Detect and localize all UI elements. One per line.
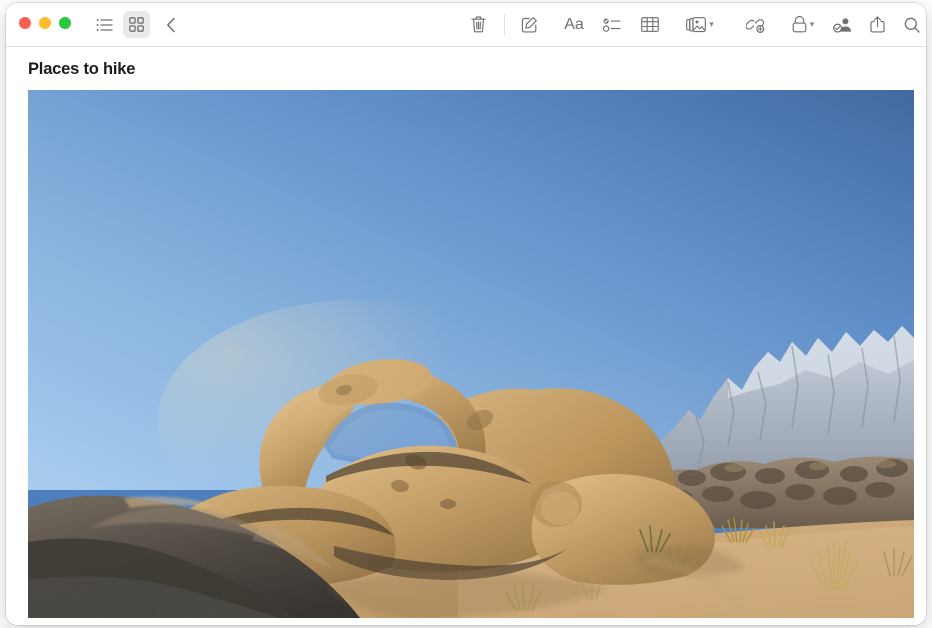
link-icon bbox=[746, 17, 765, 33]
share-button[interactable] bbox=[866, 11, 889, 38]
format-button[interactable]: Aa bbox=[561, 11, 587, 38]
media-photos-icon bbox=[686, 17, 706, 33]
media-button[interactable]: ▾ bbox=[680, 11, 720, 38]
notes-window: Aa bbox=[6, 3, 926, 625]
checklist-icon bbox=[603, 18, 621, 32]
note-title[interactable]: Places to hike bbox=[28, 60, 135, 79]
new-note-button[interactable] bbox=[518, 11, 541, 38]
traffic-lights bbox=[19, 17, 71, 29]
trash-icon bbox=[471, 16, 486, 33]
list-view-button[interactable] bbox=[93, 11, 116, 38]
note-content-area[interactable]: Places to hike bbox=[6, 47, 926, 625]
collaborate-button[interactable] bbox=[831, 11, 854, 38]
search-icon bbox=[904, 17, 920, 33]
table-button[interactable] bbox=[638, 11, 661, 38]
checklist-button[interactable] bbox=[600, 11, 623, 38]
toolbar: Aa bbox=[6, 3, 926, 47]
compose-icon bbox=[521, 16, 538, 33]
minimize-button[interactable] bbox=[39, 17, 51, 29]
lock-icon bbox=[792, 16, 807, 33]
collaborate-person-icon bbox=[833, 17, 853, 33]
close-button[interactable] bbox=[19, 17, 31, 29]
maximize-button[interactable] bbox=[59, 17, 71, 29]
grid-view-icon bbox=[129, 17, 144, 32]
toolbar-separator bbox=[504, 14, 505, 35]
format-aa-label: Aa bbox=[564, 16, 584, 34]
table-icon bbox=[641, 17, 659, 32]
chevron-down-icon: ▾ bbox=[810, 20, 815, 29]
chevron-left-icon bbox=[166, 17, 176, 33]
chevron-down-icon: ▾ bbox=[709, 20, 714, 29]
mobius-arch-alabama-hills-photo[interactable] bbox=[28, 90, 914, 618]
gallery-view-button[interactable] bbox=[123, 11, 150, 38]
share-icon bbox=[870, 16, 885, 33]
delete-button[interactable] bbox=[467, 11, 490, 38]
list-view-icon bbox=[96, 18, 113, 32]
search-button[interactable] bbox=[900, 11, 923, 38]
add-link-button[interactable] bbox=[744, 11, 767, 38]
back-button[interactable] bbox=[161, 11, 181, 38]
photo-illustration bbox=[28, 90, 914, 618]
lock-note-button[interactable]: ▾ bbox=[784, 11, 822, 38]
